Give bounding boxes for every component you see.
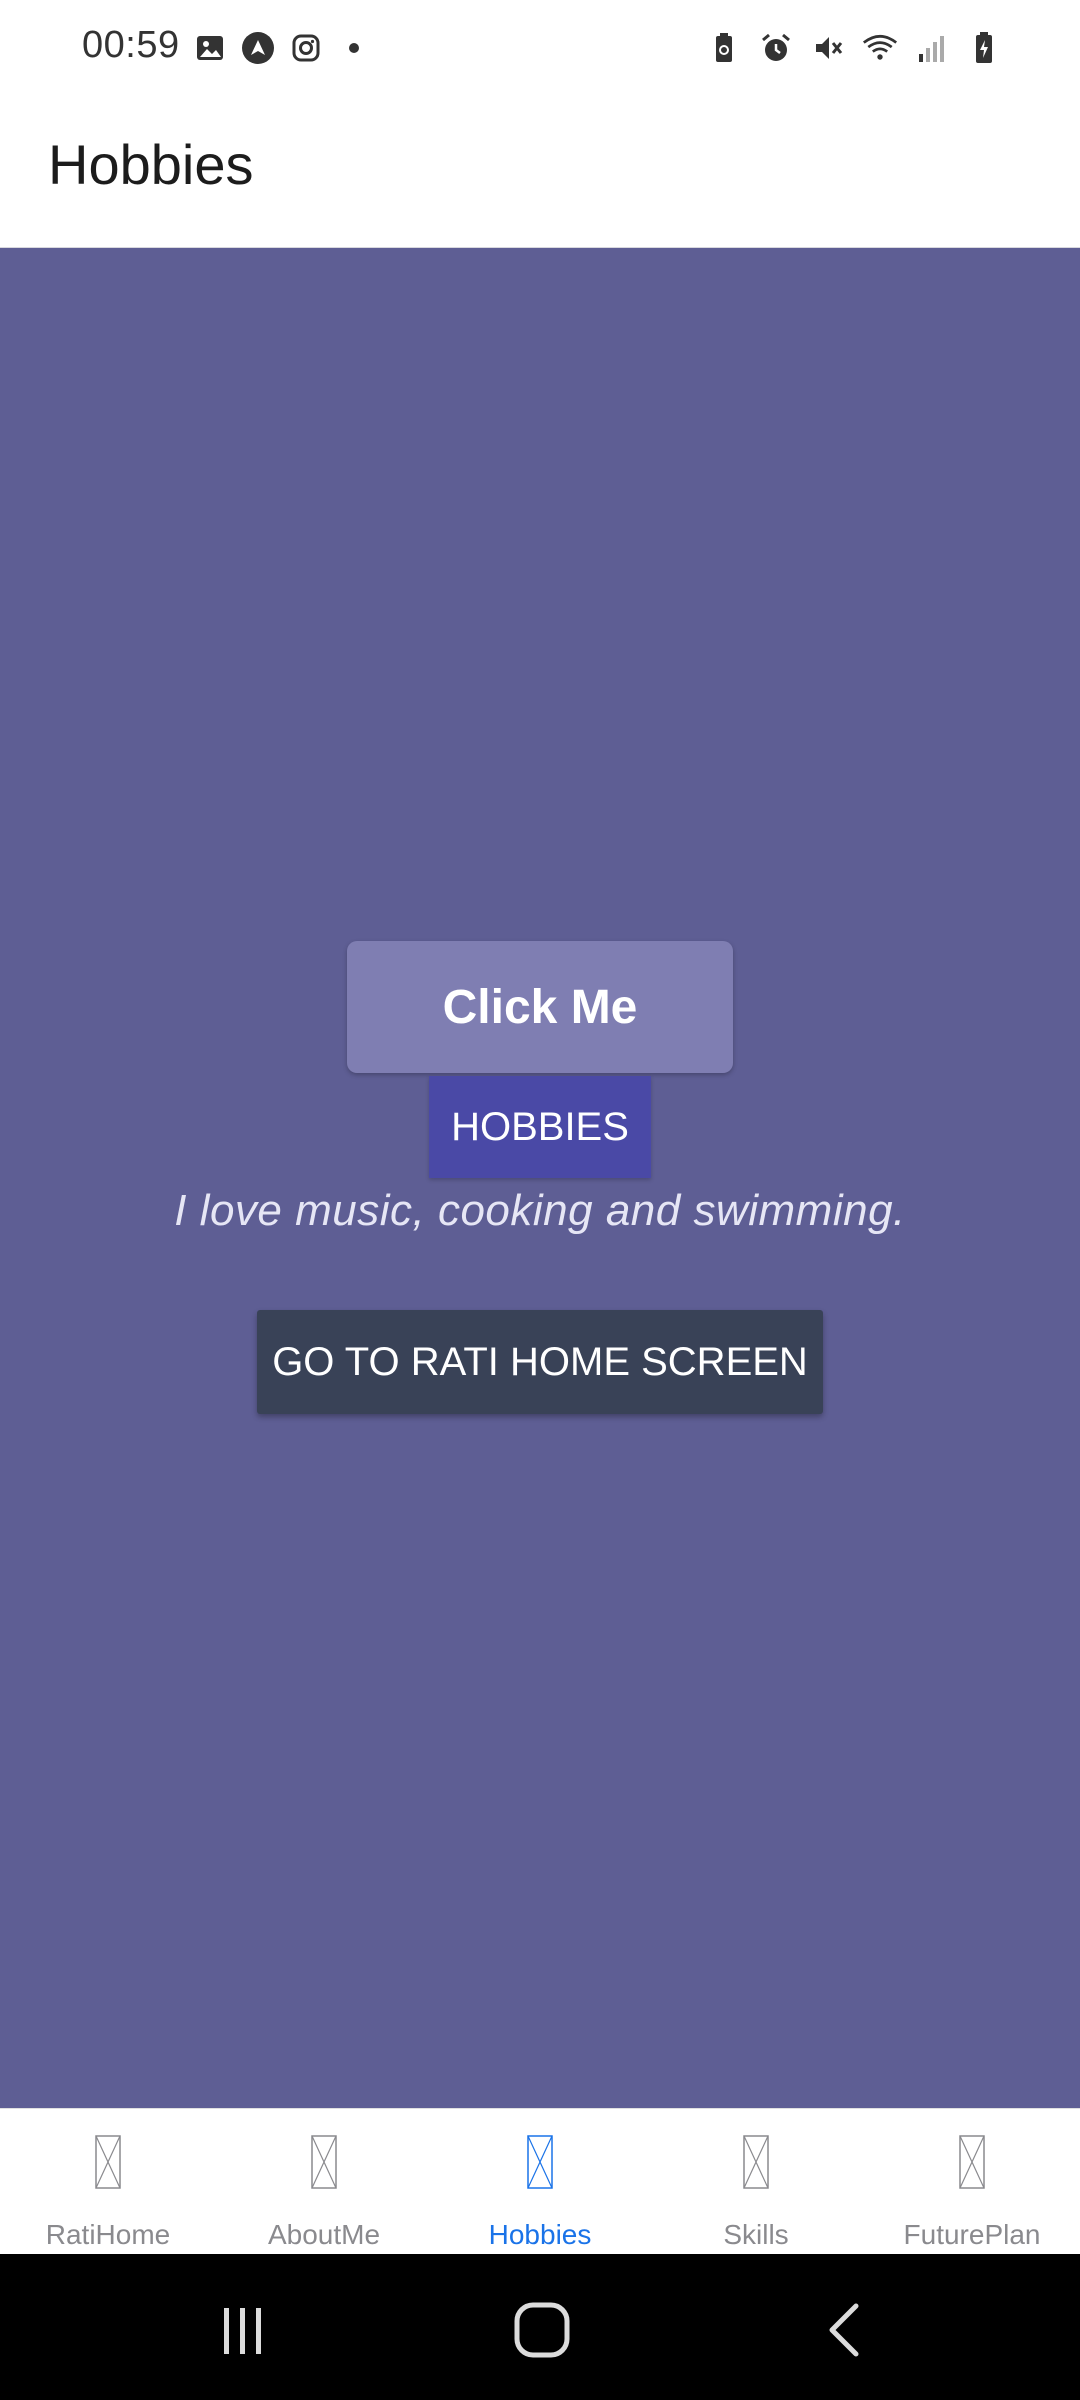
hobbies-description: I love music, cooking and swimming. xyxy=(174,1186,906,1235)
system-nav-bar xyxy=(0,2254,1080,2400)
page-title: Hobbies xyxy=(48,133,254,196)
tab-ratihome[interactable]: RatiHome xyxy=(0,2109,216,2254)
main-content: Click Me HOBBIES I love music, cooking a… xyxy=(0,248,1080,2108)
battery-icon xyxy=(966,30,1002,66)
tab-hobbies[interactable]: Hobbies xyxy=(432,2109,648,2254)
tab-skills[interactable]: Skills xyxy=(648,2109,864,2254)
recents-button[interactable] xyxy=(202,2290,282,2370)
alarm-icon xyxy=(758,30,794,66)
missing-glyph-icon xyxy=(527,2135,553,2189)
missing-glyph-icon xyxy=(959,2135,985,2189)
missing-glyph-icon xyxy=(95,2135,121,2189)
tab-futureplan[interactable]: FuturePlan xyxy=(864,2109,1080,2254)
click-me-button[interactable]: Click Me xyxy=(347,941,733,1073)
tab-label: RatiHome xyxy=(45,2219,171,2250)
tab-label: AboutMe xyxy=(267,2219,381,2250)
nav-app-icon xyxy=(240,30,276,66)
instagram-icon xyxy=(288,30,324,66)
bottom-tab-bar: RatiHome AboutMe Hobbies Skills FuturePl… xyxy=(0,2108,1080,2254)
tab-label: Hobbies xyxy=(488,2219,592,2250)
go-to-home-button[interactable]: GO TO RATI HOME SCREEN xyxy=(257,1310,823,1414)
tab-aboutme[interactable]: AboutMe xyxy=(216,2109,432,2254)
home-button[interactable] xyxy=(502,2290,582,2370)
battery-saver-icon xyxy=(706,30,742,66)
tab-label: Skills xyxy=(723,2219,789,2250)
status-system-icons xyxy=(706,30,1002,66)
status-bar: 00:59 xyxy=(0,0,1080,100)
signal-icon xyxy=(914,30,950,66)
mute-icon xyxy=(810,30,846,66)
back-button[interactable] xyxy=(806,2290,886,2370)
home-icon xyxy=(514,2302,570,2358)
missing-glyph-icon xyxy=(311,2135,337,2189)
missing-glyph-icon xyxy=(743,2135,769,2189)
status-time: 00:59 xyxy=(82,24,180,66)
tab-label: FuturePlan xyxy=(903,2219,1041,2250)
status-notification-icons xyxy=(192,30,372,66)
section-badge: HOBBIES xyxy=(429,1076,651,1178)
dot-icon xyxy=(336,30,372,66)
back-icon xyxy=(829,2303,859,2357)
app-header: Hobbies xyxy=(0,100,1080,248)
recents-icon xyxy=(224,2308,261,2354)
wifi-icon xyxy=(862,30,898,66)
gallery-icon xyxy=(192,30,228,66)
